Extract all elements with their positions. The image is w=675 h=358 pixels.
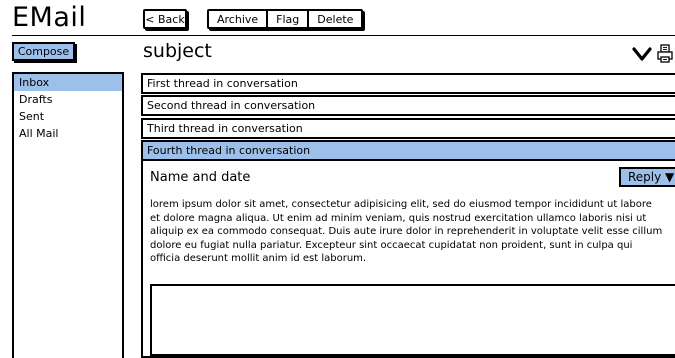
sidebar-item-sent[interactable]: Sent bbox=[14, 108, 122, 125]
message-actions: Archive Flag Delete bbox=[207, 9, 364, 29]
reply-textarea[interactable] bbox=[150, 284, 675, 356]
sender-name-date: Name and date bbox=[150, 170, 251, 185]
chevron-down-icon[interactable] bbox=[632, 45, 652, 63]
flag-button[interactable]: Flag bbox=[268, 11, 310, 27]
delete-button[interactable]: Delete bbox=[309, 11, 361, 27]
header-divider bbox=[12, 35, 675, 36]
message-subject: subject bbox=[143, 40, 212, 62]
thread-item[interactable]: Second thread in conversation bbox=[141, 95, 675, 116]
thread-item[interactable]: Third thread in conversation bbox=[141, 118, 675, 139]
sidebar-item-drafts[interactable]: Drafts bbox=[14, 91, 122, 108]
printer-icon[interactable] bbox=[657, 44, 673, 64]
thread-item[interactable]: First thread in conversation bbox=[141, 73, 675, 94]
message-body: lorem ipsum dolor sit amet, consectetur … bbox=[150, 199, 663, 264]
archive-button[interactable]: Archive bbox=[209, 11, 269, 27]
compose-button[interactable]: Compose bbox=[12, 42, 75, 61]
folder-list: Inbox Drafts Sent All Mail bbox=[12, 72, 124, 358]
reply-button[interactable]: Reply ▼ bbox=[619, 167, 675, 187]
sidebar-item-inbox[interactable]: Inbox bbox=[14, 74, 122, 91]
thread-item-selected[interactable]: Fourth thread in conversation bbox=[141, 140, 675, 161]
sidebar-item-all-mail[interactable]: All Mail bbox=[14, 125, 122, 142]
back-button[interactable]: < Back bbox=[143, 9, 187, 29]
app-title: EMail bbox=[12, 2, 87, 33]
